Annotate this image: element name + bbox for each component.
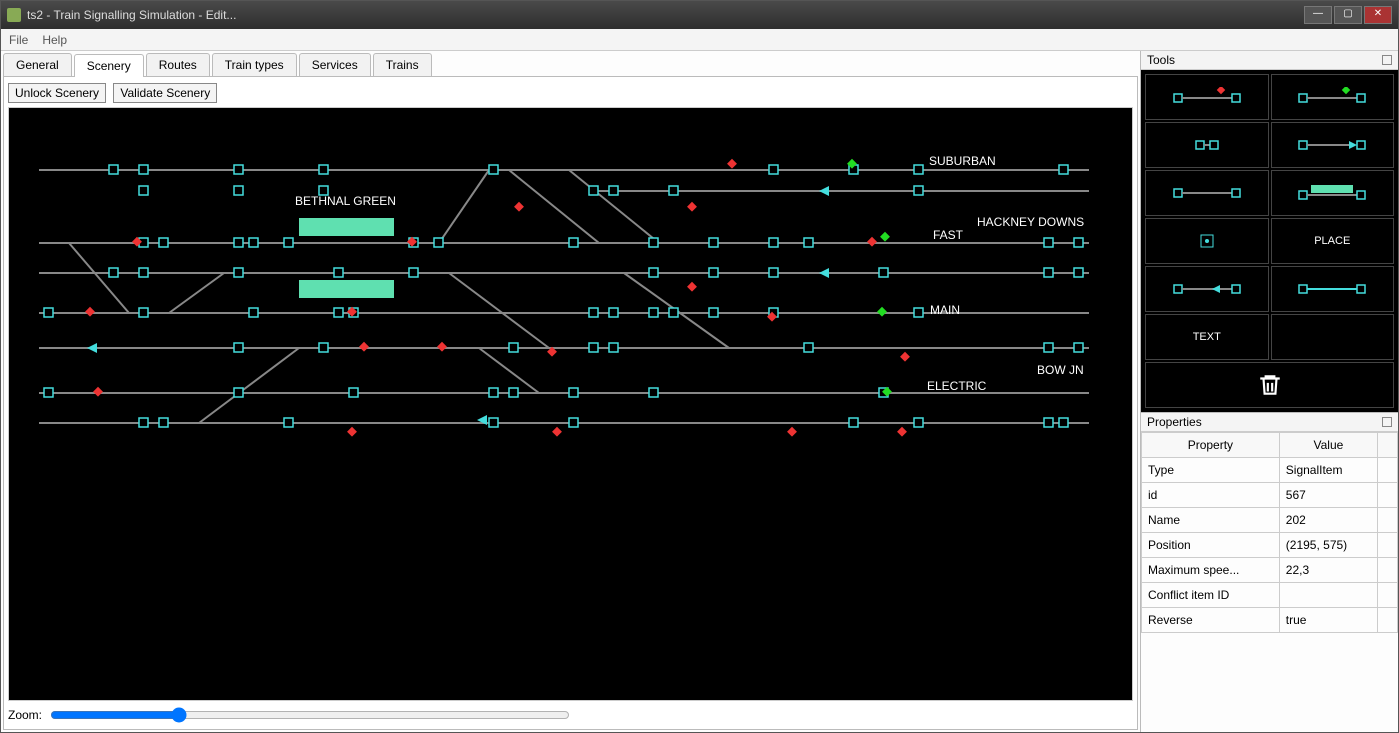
tab-scenery[interactable]: Scenery <box>74 54 144 77</box>
tool-line[interactable] <box>1145 170 1269 216</box>
tool-trash[interactable] <box>1145 362 1394 408</box>
property-name: Position <box>1142 533 1280 558</box>
validate-scenery-button[interactable]: Validate Scenery <box>113 83 217 103</box>
label-electric: ELECTRIC <box>927 379 987 393</box>
tools-title: Tools <box>1147 53 1175 67</box>
property-name: Name <box>1142 508 1280 533</box>
property-value[interactable]: SignalItem <box>1279 458 1377 483</box>
property-name: Maximum spee... <box>1142 558 1280 583</box>
property-row[interactable]: Reversetrue <box>1142 608 1398 633</box>
tool-arrow-left[interactable] <box>1145 266 1269 312</box>
tools-palette: PLACE TEXT <box>1141 70 1398 412</box>
tab-traintypes[interactable]: Train types <box>212 53 297 76</box>
properties-popout-icon[interactable] <box>1382 417 1392 427</box>
tab-services[interactable]: Services <box>299 53 371 76</box>
tools-popout-icon[interactable] <box>1382 55 1392 65</box>
label-bowjn: BOW JN <box>1037 363 1084 377</box>
app-icon <box>7 8 21 22</box>
minimize-button[interactable]: — <box>1304 6 1332 24</box>
tool-joint[interactable] <box>1145 122 1269 168</box>
property-value[interactable]: (2195, 575) <box>1279 533 1377 558</box>
label-main: MAIN <box>930 303 960 317</box>
zoom-slider[interactable] <box>50 707 570 723</box>
property-row[interactable]: Position(2195, 575) <box>1142 533 1398 558</box>
tool-line2[interactable] <box>1271 266 1395 312</box>
property-value[interactable]: 22,3 <box>1279 558 1377 583</box>
tool-signal-green[interactable] <box>1271 74 1395 120</box>
property-row[interactable]: Maximum spee...22,3 <box>1142 558 1398 583</box>
tool-end[interactable] <box>1271 122 1395 168</box>
menubar: File Help <box>1 29 1398 51</box>
label-suburban: SUBURBAN <box>929 154 996 168</box>
properties-header-property: Property <box>1142 433 1280 458</box>
properties-header-value: Value <box>1279 433 1377 458</box>
property-value[interactable] <box>1279 583 1377 608</box>
tool-text[interactable]: TEXT <box>1145 314 1269 360</box>
close-button[interactable]: ✕ <box>1364 6 1392 24</box>
property-value[interactable]: 202 <box>1279 508 1377 533</box>
tab-general[interactable]: General <box>3 53 72 76</box>
property-name: Type <box>1142 458 1280 483</box>
label-bethnal-green: BETHNAL GREEN <box>295 194 396 208</box>
window-title: ts2 - Train Signalling Simulation - Edit… <box>27 8 1302 22</box>
property-name: Reverse <box>1142 608 1280 633</box>
property-row[interactable]: TypeSignalItem <box>1142 458 1398 483</box>
menu-help[interactable]: Help <box>42 33 67 47</box>
property-row[interactable]: Conflict item ID <box>1142 583 1398 608</box>
property-row[interactable]: Name202 <box>1142 508 1398 533</box>
property-value[interactable]: true <box>1279 608 1377 633</box>
track-svg[interactable]: BETHNAL GREEN SUBURBAN HACKNEY DOWNS FAS… <box>9 108 1132 700</box>
tool-empty[interactable] <box>1271 314 1395 360</box>
maximize-button[interactable]: ▢ <box>1334 6 1362 24</box>
tabs: General Scenery Routes Train types Servi… <box>3 53 1138 77</box>
tool-signal-red[interactable] <box>1145 74 1269 120</box>
tool-platform[interactable] <box>1271 170 1395 216</box>
property-name: id <box>1142 483 1280 508</box>
tool-place[interactable]: PLACE <box>1271 218 1395 264</box>
properties-title: Properties <box>1147 415 1202 429</box>
tab-trains[interactable]: Trains <box>373 53 432 76</box>
zoom-label: Zoom: <box>8 708 42 722</box>
label-fast: FAST <box>933 228 964 242</box>
tab-routes[interactable]: Routes <box>146 53 210 76</box>
scenery-canvas[interactable]: BETHNAL GREEN SUBURBAN HACKNEY DOWNS FAS… <box>8 107 1133 701</box>
property-name: Conflict item ID <box>1142 583 1280 608</box>
titlebar: ts2 - Train Signalling Simulation - Edit… <box>1 1 1398 29</box>
label-hackney-downs: HACKNEY DOWNS <box>977 215 1084 229</box>
unlock-scenery-button[interactable]: Unlock Scenery <box>8 83 106 103</box>
property-value[interactable]: 567 <box>1279 483 1377 508</box>
properties-table[interactable]: Property Value TypeSignalItemid567Name20… <box>1141 432 1398 633</box>
property-row[interactable]: id567 <box>1142 483 1398 508</box>
menu-file[interactable]: File <box>9 33 28 47</box>
tool-point[interactable] <box>1145 218 1269 264</box>
